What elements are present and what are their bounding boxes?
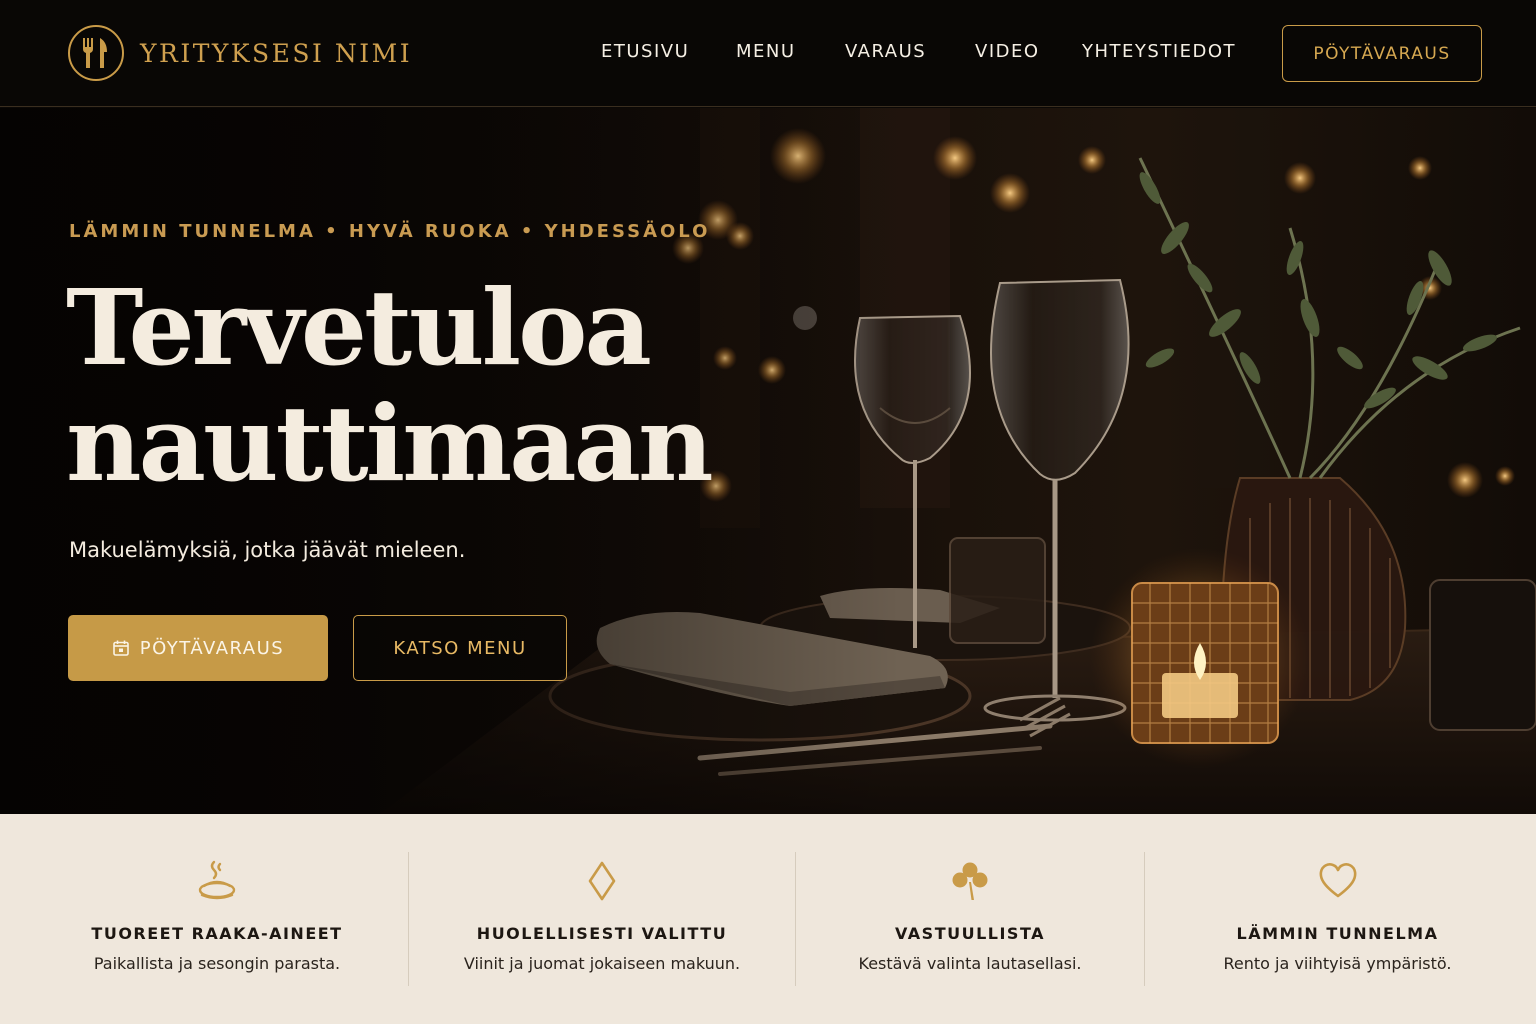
view-menu-button[interactable]: KATSO MENU	[353, 615, 567, 681]
feature-text: Paikallista ja sesongin parasta.	[93, 954, 341, 973]
nav-item-video[interactable]: VIDEO	[975, 41, 1040, 62]
headline-line-1: Tervetuloa	[66, 266, 652, 389]
headline-line-2: nauttimaan	[66, 382, 714, 505]
feature-title: VASTUULLISTA	[894, 924, 1046, 943]
diamond-icon	[579, 858, 625, 904]
hero-reservation-button[interactable]: PÖYTÄVARAUS	[68, 615, 328, 681]
hero-subtitle: Makuelämyksiä, jotka jäävät mieleen.	[69, 538, 466, 562]
fork-knife-icon	[68, 25, 124, 81]
brand-name: YRITYKSESI NIMI	[140, 38, 413, 68]
hero-headline: Tervetuloa nauttimaan	[66, 270, 714, 505]
hot-dish-icon	[194, 858, 240, 904]
nav-item-menu[interactable]: MENU	[736, 41, 796, 62]
nav-item-varaus[interactable]: VARAUS	[845, 41, 926, 62]
features-strip: TUOREET RAAKA-AINEET Paikallista ja seso…	[0, 814, 1536, 1024]
feature-fresh-ingredients: TUOREET RAAKA-AINEET Paikallista ja seso…	[25, 814, 409, 1024]
brand-logo[interactable]: YRITYKSESI NIMI	[68, 25, 412, 81]
feature-responsible: VASTUULLISTA Kestävä valinta lautasellas…	[796, 814, 1144, 1024]
feature-title: HUOLELLISESTI VALITTU	[476, 924, 728, 943]
hero-reservation-label: PÖYTÄVARAUS	[139, 637, 285, 659]
feature-text: Rento ja viihtyisä ympäristö.	[1223, 954, 1452, 973]
feature-warm-atmosphere: LÄMMIN TUNNELMA Rento ja viihtyisä ympär…	[1145, 814, 1530, 1024]
calendar-icon	[112, 639, 130, 657]
feature-text: Kestävä valinta lautasellasi.	[858, 954, 1082, 973]
site-header: YRITYKSESI NIMI ETUSIVU MENU VARAUS VIDE…	[0, 0, 1536, 107]
nav-item-yhteystiedot[interactable]: YHTEYSTIEDOT	[1082, 41, 1236, 62]
clover-icon	[947, 858, 993, 904]
feature-text: Viinit ja juomat jokaiseen makuun.	[463, 954, 741, 973]
feature-title: TUOREET RAAKA-AINEET	[91, 924, 343, 943]
feature-carefully-selected: HUOLELLISESTI VALITTU Viinit ja juomat j…	[409, 814, 795, 1024]
hero-section: LÄMMIN TUNNELMA • HYVÄ RUOKA • YHDESSÄOL…	[0, 108, 1536, 814]
hero-tagline: LÄMMIN TUNNELMA • HYVÄ RUOKA • YHDESSÄOL…	[69, 221, 711, 242]
feature-title: LÄMMIN TUNNELMA	[1236, 924, 1439, 943]
heart-icon	[1315, 858, 1361, 904]
header-reservation-button[interactable]: PÖYTÄVARAUS	[1282, 25, 1482, 82]
nav-item-etusivu[interactable]: ETUSIVU	[601, 41, 689, 62]
